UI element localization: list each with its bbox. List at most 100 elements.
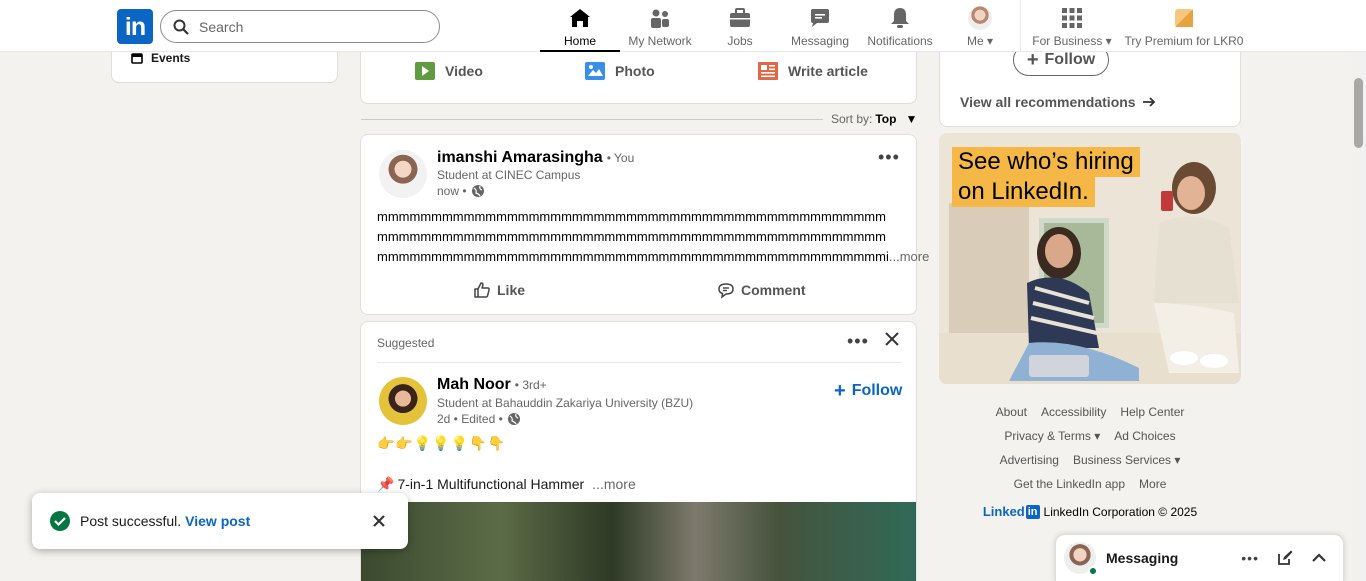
nav-notifications[interactable]: Notifications <box>862 0 938 52</box>
nav-my-network-label: My Network <box>628 34 692 48</box>
more-options-icon[interactable]: ••• <box>1241 550 1259 566</box>
post-time: now • <box>437 184 467 198</box>
post-video-thumbnail[interactable] <box>361 502 916 581</box>
more-options-icon[interactable]: ••• <box>878 147 900 168</box>
toast-text: Post successful. <box>80 513 182 529</box>
footer-link-help-center[interactable]: Help Center <box>1120 400 1184 424</box>
view-all-recommendations-link[interactable]: View all recommendations <box>960 94 1156 110</box>
nav-divider <box>1020 0 1021 52</box>
more-options-icon[interactable]: ••• <box>847 331 869 352</box>
globe-icon <box>471 185 484 197</box>
search-icon <box>173 19 189 35</box>
scrollbar-thumb[interactable] <box>1354 78 1363 148</box>
footer-link-get-app[interactable]: Get the LinkedIn app <box>1014 472 1125 496</box>
plus-icon: + <box>1026 49 1039 71</box>
see-more-link[interactable]: ...more <box>592 476 636 493</box>
like-button[interactable]: Like <box>473 281 525 299</box>
suggested-post: Suggested ••• Mah Noor • 3rd+ Student at… <box>360 321 917 581</box>
write-article-label: Write article <box>788 63 868 79</box>
nav-my-network[interactable]: My Network <box>622 0 698 52</box>
grid-icon <box>1060 6 1084 30</box>
nav-for-business[interactable]: For Business ▾ <box>1030 0 1114 52</box>
hiring-ad[interactable]: See who’s hiring on LinkedIn. <box>939 133 1241 384</box>
footer-link-about[interactable]: About <box>996 400 1027 424</box>
follow-label: Follow <box>1044 51 1096 68</box>
emoji-line: 👉👉💡💡💡👇👇 <box>377 435 507 451</box>
view-post-link[interactable]: View post <box>185 513 250 529</box>
chevron-down-icon: ▾ <box>1105 34 1112 48</box>
avatar <box>968 6 992 30</box>
post-line: mmmmmmmmmmmmmmmmmmmmmmmmmmmmmmmmmmmmmmmm… <box>377 249 889 264</box>
search-input[interactable] <box>199 18 429 35</box>
author-avatar[interactable] <box>379 377 427 425</box>
search-box[interactable] <box>160 10 440 43</box>
ad-headline-1: See who’s hiring <box>952 147 1140 177</box>
sort-by-control[interactable]: Sort by: Top ▼ <box>831 112 917 126</box>
briefcase-icon <box>728 6 752 30</box>
author-avatar[interactable] <box>379 150 427 198</box>
write-article-button[interactable]: Write article <box>758 62 868 80</box>
photo-label: Photo <box>615 63 655 79</box>
photo-button[interactable]: Photo <box>585 62 655 80</box>
suggested-label: Suggested <box>377 336 435 350</box>
author-name[interactable]: Mah Noor <box>437 376 511 394</box>
nav-messaging-label: Messaging <box>790 34 850 48</box>
home-icon <box>568 6 592 30</box>
author-name[interactable]: imanshi Amarasingha <box>437 149 603 167</box>
messaging-label: Messaging <box>1106 550 1179 566</box>
video-icon <box>415 62 435 80</box>
like-label: Like <box>497 282 526 298</box>
sort-divider <box>361 119 823 120</box>
thumbs-up-icon <box>474 282 490 298</box>
calendar-icon <box>131 53 143 64</box>
article-icon <box>758 62 778 80</box>
nav-messaging[interactable]: Messaging <box>785 0 855 52</box>
caret-down-icon: ▼ <box>905 112 918 126</box>
nav-home[interactable]: Home <box>540 0 620 52</box>
ad-headline-2: on LinkedIn. <box>952 177 1095 207</box>
close-icon[interactable] <box>372 514 386 528</box>
see-more-link[interactable]: ...more <box>889 247 929 267</box>
close-icon[interactable] <box>883 330 901 353</box>
plus-icon: + <box>834 380 846 402</box>
compose-icon[interactable] <box>1277 550 1293 566</box>
nav-me[interactable]: Me ▾ <box>958 0 1002 52</box>
for-business-label: For Business <box>1032 34 1103 48</box>
network-icon <box>648 6 672 30</box>
footer-link-advertising[interactable]: Advertising <box>1000 448 1059 472</box>
post-line: mmmmmmmmmmmmmmmmmmmmmmmmmmmmmmmmmmmmmmmm… <box>377 209 886 224</box>
footer-link-privacy-terms[interactable]: Privacy & Terms ▾ <box>1004 424 1100 448</box>
post-success-toast: Post successful. View post <box>32 493 408 549</box>
footer-link-more[interactable]: More <box>1139 472 1166 496</box>
copyright-text: LinkedIn Corporation © 2025 <box>1043 505 1198 519</box>
post-title: 7-in-1 Multifunctional Hammer <box>397 476 585 492</box>
video-label: Video <box>445 63 483 79</box>
connection-degree: • You <box>606 151 635 165</box>
divider <box>377 362 901 363</box>
messaging-overlay-bar[interactable]: Messaging ••• <box>1055 534 1344 581</box>
comment-button[interactable]: Comment <box>717 281 806 299</box>
premium-icon <box>1172 6 1196 30</box>
nav-premium[interactable]: Try Premium for LKR0 <box>1124 0 1244 52</box>
photo-icon <box>585 62 605 80</box>
video-button[interactable]: Video <box>415 62 483 80</box>
arrow-right-icon <box>1142 97 1155 107</box>
feed-post: imanshi Amarasingha • You Student at CIN… <box>360 134 929 315</box>
chevron-down-icon: ▾ <box>986 34 994 48</box>
avatar <box>1064 542 1098 576</box>
chevron-up-icon[interactable] <box>1311 550 1327 566</box>
follow-button[interactable]: + Follow <box>834 380 902 402</box>
caret-down-icon: ▾ <box>1174 453 1181 467</box>
nav-jobs[interactable]: Jobs <box>712 0 768 52</box>
post-line: mmmmmmmmmmmmmmmmmmmmmmmmmmmmmmmmmmmmmmmm… <box>377 229 886 244</box>
footer-link-business-services[interactable]: Business Services ▾ <box>1073 448 1180 472</box>
linkedin-wordmark: Linked in <box>982 504 1040 519</box>
footer-link-ad-choices[interactable]: Ad Choices <box>1114 424 1175 448</box>
events-label: Events <box>151 51 191 65</box>
linkedin-in-icon: in <box>1025 505 1040 519</box>
nav-jobs-label: Jobs <box>727 34 753 48</box>
sort-prefix: Sort by: <box>831 112 873 126</box>
footer-link-accessibility[interactable]: Accessibility <box>1041 400 1106 424</box>
online-status-dot <box>1088 566 1098 576</box>
linkedin-logo[interactable]: in <box>117 9 153 44</box>
